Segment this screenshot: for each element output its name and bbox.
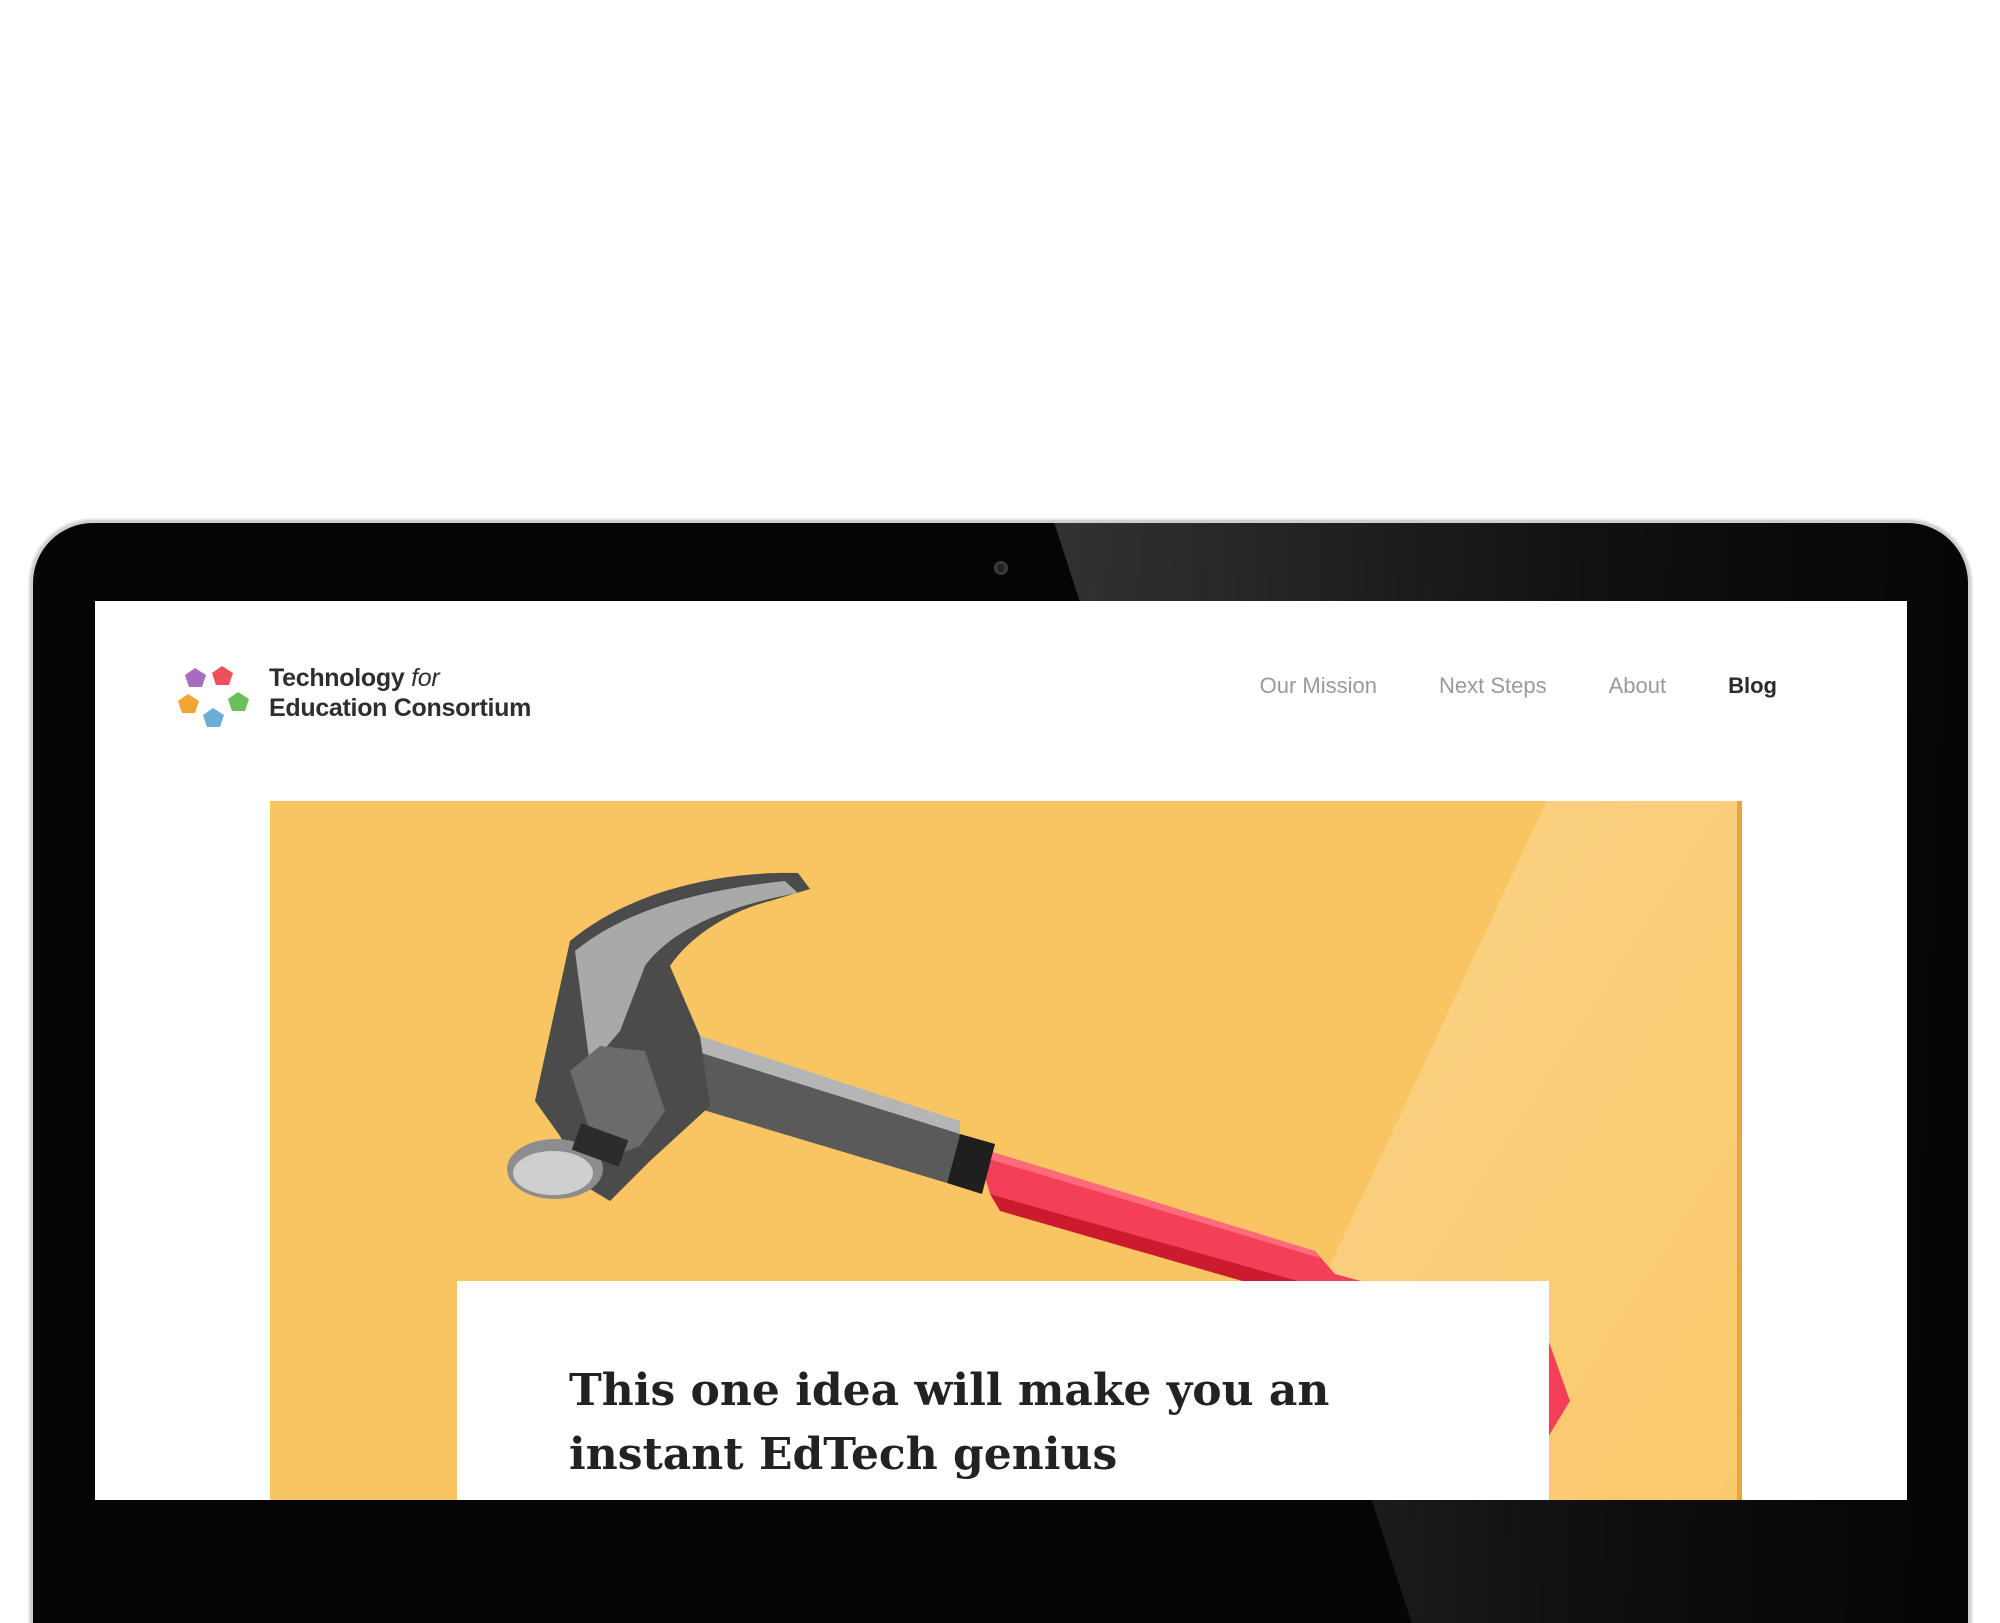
hero-edge — [1737, 801, 1742, 1500]
brand-technology: Technology — [269, 664, 405, 692]
headline-line-2: instant EdTech genius — [569, 1429, 1118, 1480]
main-nav: Our Mission Next Steps About Blog — [1260, 673, 1777, 699]
nav-blog[interactable]: Blog — [1728, 673, 1777, 699]
headline-line-1: This one idea will make you an — [569, 1365, 1330, 1416]
brand-for: for — [411, 664, 440, 692]
brand-name[interactable]: Technology for Education Consortium — [269, 663, 531, 723]
webcam-icon — [994, 561, 1008, 575]
article-card[interactable]: This one idea will make you an instant E… — [457, 1281, 1549, 1500]
nav-our-mission[interactable]: Our Mission — [1260, 673, 1377, 699]
nav-next-steps[interactable]: Next Steps — [1439, 673, 1547, 699]
nav-about[interactable]: About — [1609, 673, 1667, 699]
hero-banner[interactable]: This one idea will make you an instant E… — [270, 801, 1742, 1500]
brand-line-1: Technology for — [269, 663, 531, 693]
article-headline[interactable]: This one idea will make you an instant E… — [569, 1359, 1469, 1487]
logo-icon[interactable] — [175, 656, 255, 736]
brand-line-2: Education Consortium — [269, 694, 532, 722]
laptop-screen: Technology for Education Consortium Our … — [95, 601, 1907, 1500]
